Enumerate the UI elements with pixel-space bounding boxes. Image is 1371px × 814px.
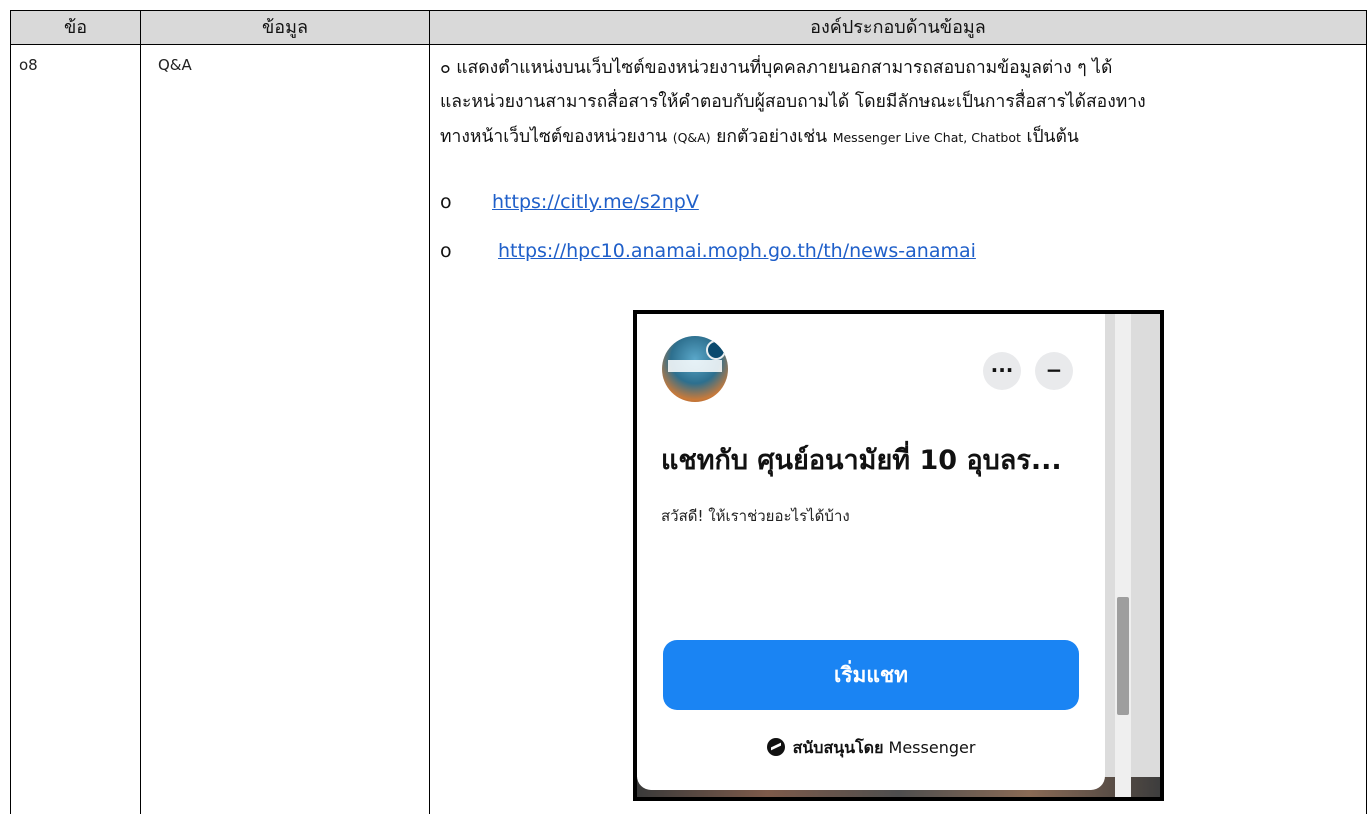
description-line-3-suffix: เป็นต้น [1020, 127, 1079, 147]
scrollbar-track [1115, 314, 1131, 797]
avatar-band [668, 360, 722, 372]
powered-by-brand: Messenger [888, 738, 976, 757]
link-citly[interactable]: https://citly.me/s2npV [492, 191, 699, 213]
messenger-icon [766, 738, 785, 756]
page-avatar [662, 336, 728, 402]
header-item: ข้อมูล [261, 17, 308, 38]
powered-by-label: สนับสนุนโดย [792, 738, 884, 757]
powered-by: สนับสนุนโดย Messenger [637, 736, 1105, 761]
table-col-divider-1 [140, 10, 141, 814]
avatar-badge [706, 340, 726, 360]
more-options-icon[interactable]: ··· [983, 352, 1021, 390]
link-hpc10-news[interactable]: https://hpc10.anamai.moph.go.th/th/news-… [498, 240, 976, 262]
row-number: o8 [19, 56, 38, 74]
table-top-border [10, 10, 1367, 11]
scrollbar-thumb [1117, 597, 1129, 715]
table-col-divider-2 [429, 10, 430, 814]
description-line-2: และหน่วยงานสามารถสื่อสารให้คำตอบกับผู้สอ… [440, 92, 1146, 112]
header-number: ข้อ [63, 17, 88, 38]
chat-greeting: สวัสดี! ให้เราช่วยอะไรได้บ้าง [661, 507, 850, 525]
table-left-border [10, 10, 11, 814]
link-item-2: o https://hpc10.anamai.moph.go.th/th/news… [440, 236, 976, 266]
link-bullet: o [440, 240, 452, 262]
description-line-3-examples: Messenger Live Chat, Chatbot [832, 130, 1021, 145]
header-description: องค์ประกอบด้านข้อมูล [810, 17, 986, 38]
table-header-divider [10, 44, 1367, 45]
description-line-3-qa: (Q&A) [672, 130, 711, 145]
description-line-1: ๐ แสดงตำแหน่งบนเว็บไซต์ของหน่วยงานที่บุค… [440, 58, 1113, 78]
chat-title: แชทกับ ศุนย์อนามัยที่ 10 อุบลร... [661, 445, 1062, 476]
description-line-3-mid: ยกตัวอย่างเช่น [710, 127, 833, 147]
row-item: Q&A [158, 56, 192, 74]
minimize-icon[interactable]: − [1035, 352, 1073, 390]
description-line-3: ทางหน้าเว็บไซต์ของหน่วยงาน (Q&A) ยกตัวอย… [440, 120, 1365, 155]
link-bullet: o [440, 191, 452, 213]
description-line-3-prefix: ทางหน้าเว็บไซต์ของหน่วยงาน [440, 127, 673, 147]
start-chat-button[interactable]: เริ่มแชท [663, 640, 1079, 710]
chat-panel: ··· − แชทกับ ศุนย์อนามัยที่ 10 อุบลร... … [637, 314, 1105, 790]
messenger-chat-screenshot: ··· − แชทกับ ศุนย์อนามัยที่ 10 อุบลร... … [633, 310, 1164, 801]
table-right-border [1366, 10, 1367, 814]
link-item-1: o https://citly.me/s2npV [440, 187, 699, 217]
